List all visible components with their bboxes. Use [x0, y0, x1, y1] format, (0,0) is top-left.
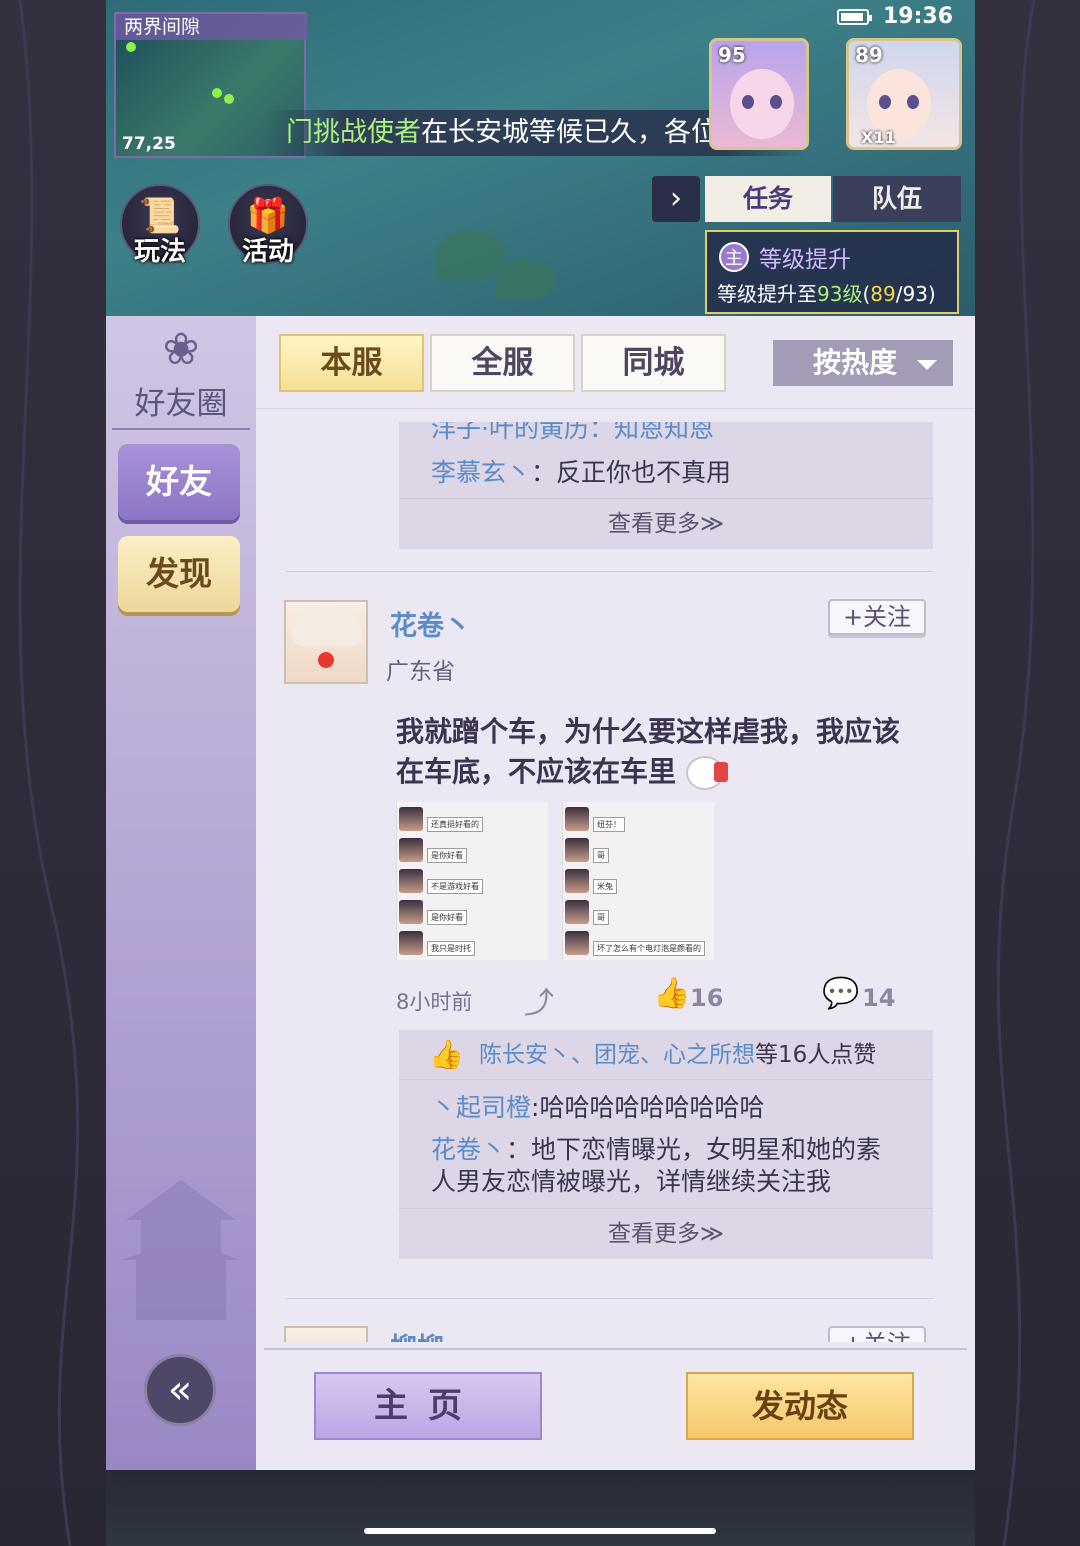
- post-images: 还真挺好看的 是你好看 不是游戏好看 是你好看 我只是时托 纽芬！ 哥 米兔 哥…: [396, 802, 736, 962]
- feed-list[interactable]: 洋子·叶的黄历：知恩知恩 李慕玄丶：反正你也不真用 查看更多≫ 花卷丶 广东省 …: [256, 408, 975, 1342]
- thumbs-up-icon: 👍: [429, 1038, 464, 1071]
- post-image-2[interactable]: 纽芬！ 哥 米兔 哥 坏了怎么有个电灯泡是颜看的: [562, 802, 714, 960]
- tab-team[interactable]: 队伍: [833, 176, 961, 222]
- like-summary: 等16人点赞: [755, 1042, 877, 1068]
- quest-tracker[interactable]: 主 等级提升 等级提升至93级(89/93): [705, 230, 959, 314]
- activity-label: 活动: [241, 237, 294, 267]
- tab-all-servers[interactable]: 全服: [430, 334, 575, 392]
- gameplay-label: 玩法: [133, 237, 186, 267]
- pet-level: 95: [718, 43, 746, 67]
- friends-circle-panel: ❀ 好友圈 好友 发现 « 本服 全服 同城 按热度 洋子·叶的黄历：知恩知恩 …: [106, 316, 975, 1470]
- activity-button[interactable]: 🎁 活动: [228, 184, 308, 267]
- sort-dropdown[interactable]: 按热度: [773, 340, 953, 386]
- gameplay-button[interactable]: 📜 玩法: [120, 184, 200, 267]
- minimap-coords: 77,25: [122, 134, 176, 154]
- see-more-button[interactable]: 查看更多≫: [399, 498, 933, 549]
- post-location: 广东省: [386, 659, 455, 685]
- quest-title: 等级提升: [759, 247, 851, 273]
- follow-button[interactable]: +关注: [828, 599, 926, 635]
- status-bar: 19:36: [836, 4, 953, 29]
- feed-content: 本服 全服 同城 按热度 洋子·叶的黄历：知恩知恩 李慕玄丶：反正你也不真用 查…: [256, 316, 975, 1470]
- comment-line-cut: 洋子·叶的黄历：知恩知恩: [431, 422, 714, 443]
- home-button[interactable]: 主页: [314, 1372, 542, 1440]
- pet-face: [730, 69, 794, 139]
- post-divider: [286, 1298, 933, 1299]
- gift-icon: 🎁: [246, 196, 290, 236]
- sidebar-item-discover[interactable]: 发现: [118, 536, 240, 612]
- like-names[interactable]: 陈长安丶、团宠、心之所想: [479, 1042, 755, 1068]
- post-author-name[interactable]: 柳柳: [390, 1326, 444, 1342]
- sidebar-item-friends[interactable]: 好友: [118, 444, 240, 520]
- pet-portrait[interactable]: 95: [709, 38, 809, 150]
- comment-box: 洋子·叶的黄历：知恩知恩 李慕玄丶：反正你也不真用 查看更多≫: [399, 422, 933, 549]
- post-interactions: 👍 陈长安丶、团宠、心之所想等16人点赞 丶起司橙:哈哈哈哈哈哈哈哈哈 花卷丶：…: [399, 1030, 933, 1259]
- back-icon[interactable]: «: [144, 1354, 216, 1426]
- comment-count: 14: [862, 984, 896, 1012]
- avatar[interactable]: [284, 600, 368, 684]
- friends-circle-icon: ❀: [162, 324, 200, 375]
- scroll-icon: 📜: [138, 196, 182, 236]
- home-indicator[interactable]: [364, 1528, 716, 1534]
- like-icon[interactable]: 👍: [653, 976, 690, 1011]
- comment-line: 丶起司橙:哈哈哈哈哈哈哈哈哈: [431, 1093, 765, 1122]
- collapse-arrow-button[interactable]: ›: [652, 176, 700, 222]
- player-level: 89: [855, 43, 883, 67]
- player-portrait[interactable]: 89 X11: [846, 38, 962, 150]
- tab-task[interactable]: 任务: [705, 176, 831, 222]
- like-count: 16: [690, 984, 724, 1012]
- friends-circle-title: 好友圈: [134, 386, 228, 422]
- main-quest-badge: 主: [719, 242, 749, 272]
- sort-label: 按热度: [813, 346, 898, 379]
- like-list: 👍 陈长安丶、团宠、心之所想等16人点赞: [399, 1030, 933, 1080]
- sidebar: ❀ 好友圈 好友 发现 «: [106, 316, 256, 1470]
- game-view: 19:36 两界间隙 77,25 门挑战使者在长安城等候已久，各位少侠 95 8…: [106, 0, 975, 318]
- quest-description: 等级提升至93级(89/93): [717, 282, 936, 306]
- game-bottom-strip: [106, 1470, 975, 1546]
- left-background: [0, 0, 106, 1546]
- minimap-title: 两界间隙: [116, 14, 308, 40]
- new-post-button[interactable]: 发动态: [686, 1372, 914, 1440]
- comment-icon[interactable]: 💬: [822, 976, 859, 1011]
- share-icon[interactable]: ⤴: [524, 978, 554, 1022]
- see-more-button[interactable]: 查看更多≫: [399, 1208, 933, 1259]
- announcement-highlight: 门挑战使者: [286, 117, 421, 148]
- post-divider: [286, 571, 933, 572]
- brand-divider: [112, 428, 250, 430]
- post-time: 8小时前: [396, 990, 473, 1014]
- clock: 19:36: [882, 4, 953, 29]
- player-badge: X11: [861, 128, 896, 147]
- follow-button[interactable]: +关注: [828, 1326, 926, 1342]
- post-text: 我就蹭个车，为什么要这样虐我，我应该在车底，不应该在车里: [396, 715, 901, 790]
- avatar[interactable]: [284, 1326, 368, 1342]
- tab-same-city[interactable]: 同城: [581, 334, 726, 392]
- pagoda-decoration: [121, 1180, 241, 1320]
- chevron-down-icon: [917, 360, 937, 370]
- battery-icon: [836, 8, 872, 25]
- post-image-1[interactable]: 还真挺好看的 是你好看 不是游戏好看 是你好看 我只是时托: [396, 802, 548, 960]
- sad-emoji-icon: [685, 756, 728, 790]
- right-background: [974, 0, 1080, 1546]
- comment-line: 李慕玄丶：反正你也不真用: [431, 458, 732, 487]
- post-author-name[interactable]: 花卷丶: [390, 604, 471, 643]
- bottom-bar: 主页 发动态: [256, 1342, 975, 1470]
- tab-local-server[interactable]: 本服: [279, 334, 424, 392]
- comment-line: 花卷丶：地下恋情曝光，女明星和她的素人男友恋情被曝光，详情继续关注我: [431, 1135, 882, 1196]
